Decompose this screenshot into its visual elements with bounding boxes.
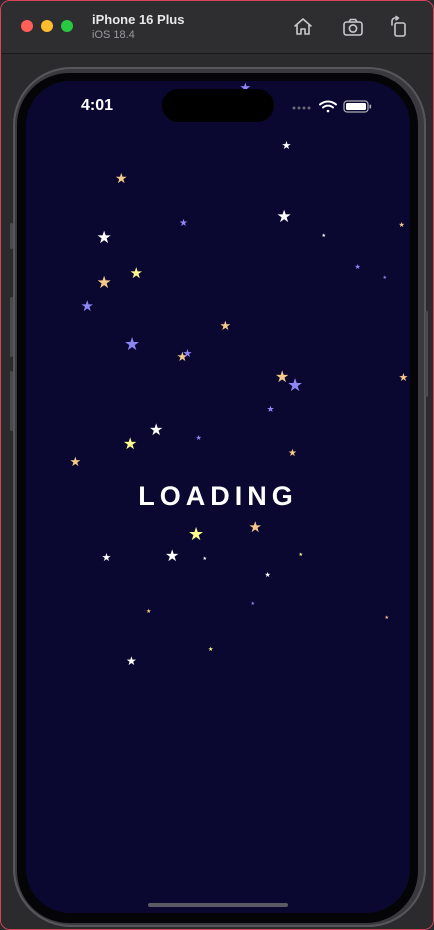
star-icon: ★ bbox=[126, 654, 137, 668]
status-icons bbox=[292, 100, 372, 113]
star-icon: ★ bbox=[248, 518, 262, 536]
volume-up-button[interactable] bbox=[10, 297, 13, 357]
star-icon: ★ bbox=[382, 274, 387, 281]
star-icon: ★ bbox=[276, 206, 292, 226]
star-icon: ★ bbox=[219, 317, 232, 333]
star-icon: ★ bbox=[287, 375, 304, 395]
status-time: 4:01 bbox=[81, 97, 114, 114]
rotate-icon[interactable] bbox=[387, 15, 411, 39]
star-icon: ★ bbox=[179, 218, 188, 229]
star-icon: ★ bbox=[321, 232, 326, 239]
close-window-button[interactable] bbox=[21, 20, 33, 32]
star-icon: ★ bbox=[202, 555, 207, 562]
os-version: iOS 18.4 bbox=[92, 29, 135, 41]
star-icon: ★ bbox=[96, 227, 112, 247]
star-icon: ★ bbox=[129, 264, 143, 282]
star-icon: ★ bbox=[384, 614, 389, 621]
star-icon: ★ bbox=[96, 272, 112, 292]
battery-icon bbox=[343, 100, 372, 113]
star-icon: ★ bbox=[124, 334, 141, 354]
star-icon: ★ bbox=[165, 548, 180, 565]
home-icon[interactable] bbox=[291, 15, 315, 39]
star-icon: ★ bbox=[69, 453, 82, 469]
star-icon: ★ bbox=[250, 600, 255, 607]
star-icon: ★ bbox=[149, 422, 164, 439]
side-button[interactable] bbox=[425, 311, 428, 397]
star-icon: ★ bbox=[80, 297, 94, 315]
star-icon: ★ bbox=[264, 571, 271, 579]
minimize-window-button[interactable] bbox=[41, 20, 53, 32]
star-icon: ★ bbox=[188, 524, 205, 544]
star-icon: ★ bbox=[288, 448, 297, 459]
wifi-icon bbox=[319, 100, 337, 113]
star-icon: ★ bbox=[281, 139, 292, 152]
action-button[interactable] bbox=[10, 223, 13, 249]
star-icon: ★ bbox=[298, 551, 303, 558]
star-icon: ★ bbox=[115, 170, 128, 186]
star-icon: ★ bbox=[182, 347, 193, 360]
star-icon: ★ bbox=[208, 647, 214, 653]
maximize-window-button[interactable] bbox=[61, 20, 73, 32]
star-icon: ★ bbox=[146, 609, 152, 615]
home-indicator[interactable] bbox=[148, 903, 288, 907]
title-bar: iPhone 16 Plus iOS 18.4 bbox=[1, 1, 433, 54]
star-icon: ★ bbox=[195, 434, 202, 442]
star-icon: ★ bbox=[398, 221, 405, 229]
device-name: iPhone 16 Plus bbox=[92, 12, 185, 27]
dynamic-island bbox=[162, 89, 274, 122]
star-icon: ★ bbox=[101, 551, 112, 564]
star-icon: ★ bbox=[266, 403, 275, 414]
cellular-icon bbox=[292, 106, 311, 110]
loading-label: LOADING bbox=[138, 481, 298, 511]
simulator-window: iPhone 16 Plus iOS 18.4 ★ ★ ★ ★ ★ ★ ★ ★ ★ ★ ★ ★ ★ ★ ★ ★… bbox=[0, 0, 434, 930]
volume-down-button[interactable] bbox=[10, 371, 13, 431]
screenshot-icon[interactable] bbox=[341, 15, 365, 39]
star-icon: ★ bbox=[123, 436, 138, 453]
star-icon: ★ bbox=[398, 371, 409, 384]
device-screen[interactable]: ★ ★ ★ ★ ★ ★ ★ ★ ★ ★ ★ ★ ★ ★ ★ ★ ★ ★ ★ ★ ★ ★ ★ ★ ★ ★ ★ ★ ★ ★ ★ ★ ★ ★ ★ ★ ★ ★ 4… bbox=[26, 81, 410, 913]
star-icon: ★ bbox=[354, 263, 361, 271]
